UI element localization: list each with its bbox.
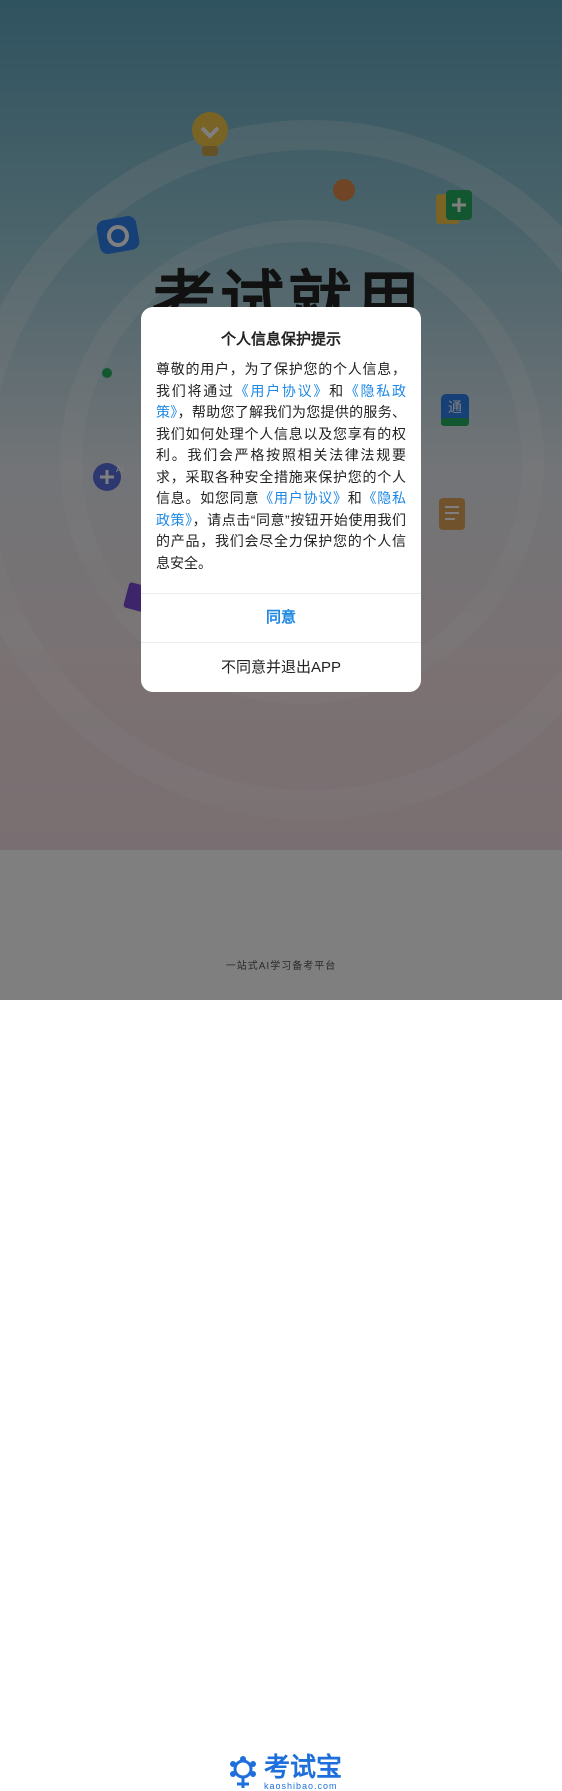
brand-logo: 考试宝 kaoshibao.com (226, 1755, 342, 1791)
body-text: 和 (347, 490, 363, 506)
disagree-exit-button[interactable]: 不同意并退出APP (141, 644, 421, 692)
privacy-dialog: 个人信息保护提示 尊敬的用户，为了保护您的个人信息，我们将通过《用户协议》和《隐… (141, 307, 421, 692)
user-agreement-link[interactable]: 《用户协议》 (235, 383, 329, 399)
dialog-title: 个人信息保护提示 (220, 331, 341, 348)
divider (141, 642, 421, 643)
user-agreement-link[interactable]: 《用户协议》 (259, 490, 348, 506)
body-text: 和 (329, 382, 345, 399)
agree-button[interactable]: 同意 (141, 594, 421, 642)
brand-logo-icon (230, 1756, 256, 1788)
body-text: ，请点击“同意”按钮开始使用我们的产品，我们会尽全力保护您的个人信息安全。 (156, 511, 407, 571)
brand-domain: kaoshibao.com (264, 1781, 338, 1791)
brand-name: 考试宝 (264, 1753, 343, 1783)
dialog-body: 尊敬的用户，为了保护您的个人信息，我们将通过《用户协议》和《隐私政策》，帮助您了… (156, 359, 406, 574)
